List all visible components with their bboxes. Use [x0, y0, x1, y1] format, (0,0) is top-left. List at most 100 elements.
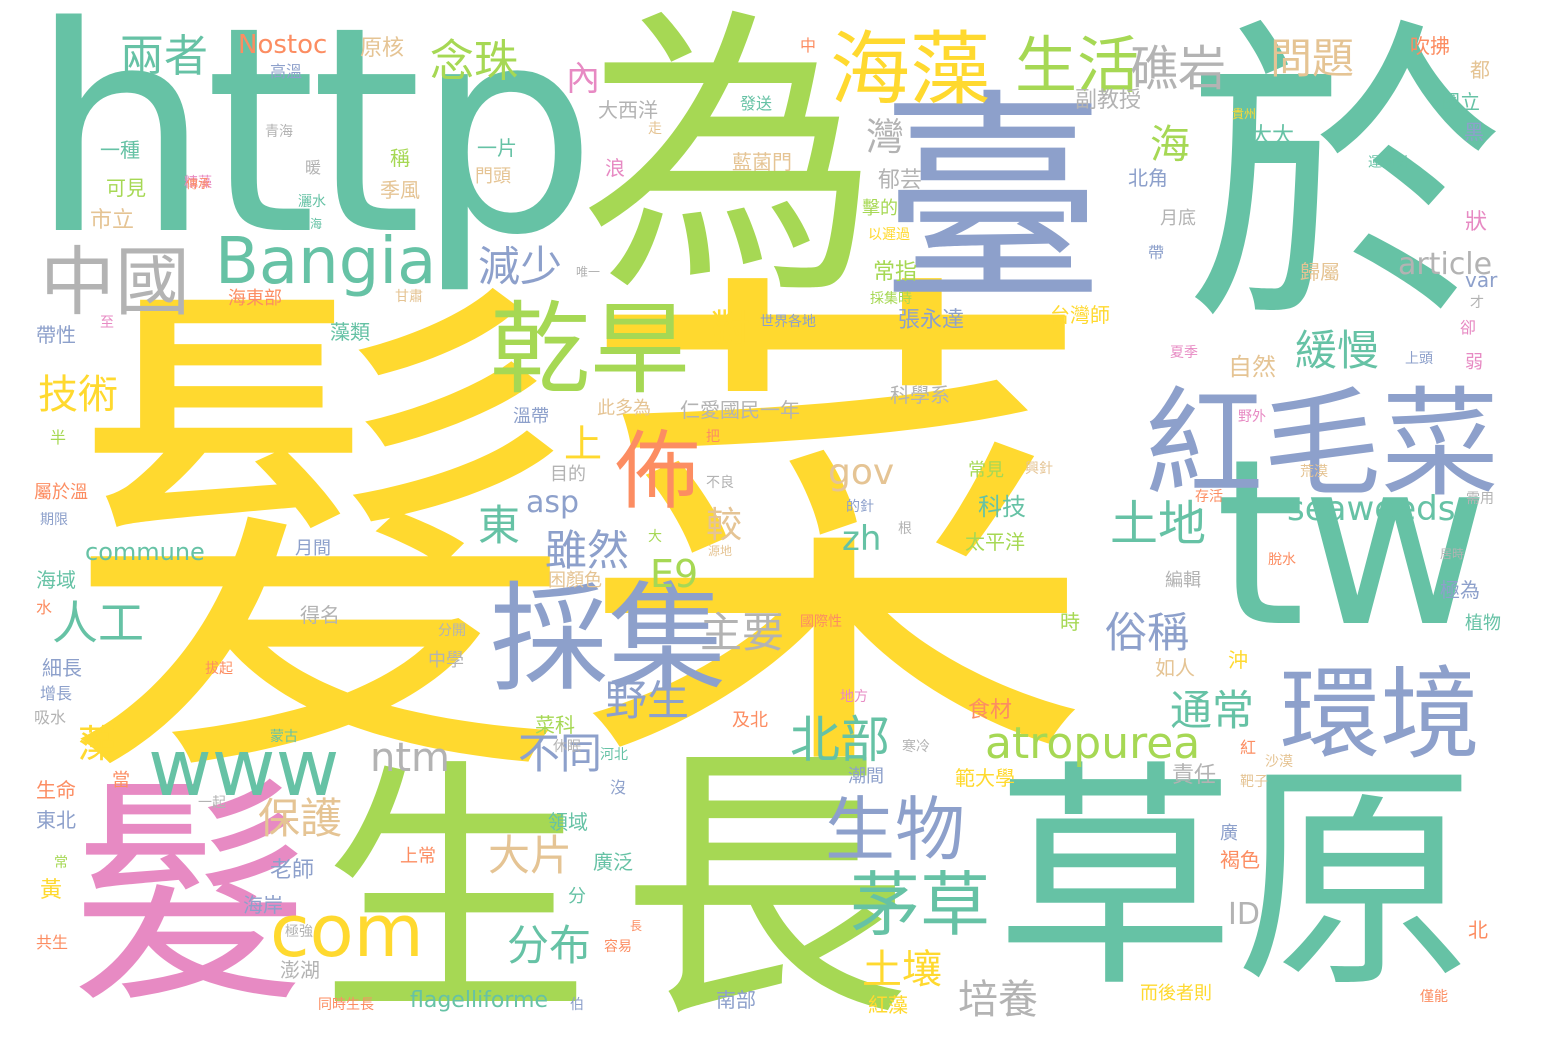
word: 帶	[1148, 243, 1165, 262]
word: 環境	[1280, 656, 1480, 773]
word: 南部	[716, 988, 756, 1012]
word: 紅	[1240, 738, 1257, 757]
word: 科學系	[890, 383, 950, 407]
word: 青海	[265, 124, 293, 140]
word: 藻類	[330, 320, 370, 344]
word: 責任	[1172, 763, 1217, 788]
word: 靶子	[1240, 774, 1268, 790]
word: 大	[648, 529, 662, 545]
word: 生物	[825, 789, 965, 871]
word: 暖	[305, 158, 322, 177]
word: 增長	[40, 684, 73, 703]
word: ID	[1228, 897, 1260, 932]
word: 夏季	[1170, 345, 1198, 361]
word: 台灣師	[1050, 303, 1110, 327]
word: 唯一	[576, 265, 601, 279]
word: 生命	[36, 778, 76, 802]
word-cloud: 髮 菜 http 為 臺 於 長 草原 生 髮 tw 紅毛菜 採集 乾旱 環境 …	[0, 0, 1548, 1052]
word: 藻	[78, 722, 117, 766]
word: 以遲過	[868, 227, 910, 243]
word: 植物	[1465, 613, 1501, 634]
word: 水	[36, 598, 53, 617]
word: 極為	[1440, 578, 1480, 602]
word: 海	[1150, 122, 1190, 168]
word: 野外	[1238, 409, 1266, 425]
word: 中學	[428, 650, 464, 671]
word: 太平洋	[965, 530, 1025, 554]
word: 存活	[1195, 489, 1223, 505]
word: 北	[1468, 918, 1488, 942]
word: 青海	[298, 217, 323, 231]
word: 張永達	[898, 308, 965, 333]
word: 食材	[968, 698, 1013, 723]
word: var	[1465, 268, 1498, 292]
word: atropurea	[985, 718, 1201, 769]
word: 歸屬	[1300, 260, 1340, 284]
word: 的針	[846, 499, 874, 515]
word: 老師	[270, 858, 315, 883]
word: 人工	[52, 596, 144, 650]
word: flagelliforme	[410, 988, 549, 1013]
word: 門頭	[475, 166, 511, 187]
word: 佈	[615, 423, 701, 522]
word: 一種	[100, 138, 140, 162]
word: 廣泛	[593, 850, 633, 874]
word: 東	[478, 501, 521, 550]
word: Nostoc	[238, 30, 328, 60]
word: 共生	[36, 933, 69, 952]
word: 困顏色	[548, 570, 602, 591]
word: 都	[1470, 58, 1490, 82]
word: 源地	[708, 544, 733, 558]
word: 世界各地	[760, 314, 816, 330]
word: 黑	[1464, 120, 1484, 144]
word: 同時生長	[318, 997, 374, 1013]
word: 國立	[1440, 90, 1480, 114]
word: 分布	[507, 921, 592, 970]
word: 期限	[40, 512, 68, 528]
word: 得名	[300, 603, 340, 627]
word: 土壤	[862, 947, 942, 993]
word: 僅能	[1420, 989, 1448, 1005]
word: 灣	[866, 115, 905, 159]
word: 溫帶	[513, 406, 549, 427]
word: 雖然	[545, 526, 630, 575]
word: 郁芸	[878, 168, 923, 193]
word: 範大學	[955, 766, 1015, 790]
word: 大大	[1250, 124, 1295, 149]
word: 長	[630, 919, 643, 933]
word: 常見	[968, 460, 1004, 481]
word: 對	[710, 307, 750, 353]
word: 吸水	[34, 708, 67, 727]
word: 甘肅	[395, 289, 423, 305]
word: 菜科	[535, 713, 575, 737]
word: 北部	[790, 711, 890, 769]
word: 吹拂	[1410, 34, 1450, 58]
word: 東北	[36, 808, 76, 832]
word: 海岸	[243, 893, 283, 917]
word: commune	[85, 538, 205, 566]
word: 運同針	[1368, 155, 1410, 171]
word: 礁岩	[1130, 41, 1227, 97]
word: 上頭	[1405, 351, 1433, 367]
word: 蒙古	[270, 729, 298, 745]
word: 紅毛菜	[1145, 375, 1500, 513]
word: 狀	[1465, 210, 1488, 235]
word: asp	[526, 485, 580, 520]
word: 月間	[295, 538, 331, 559]
word: 拔起	[205, 661, 233, 677]
word: 中	[800, 36, 817, 55]
word: 時	[1060, 610, 1080, 634]
word: 國際性	[800, 614, 842, 630]
word: 主要	[700, 608, 785, 657]
word: 當	[112, 770, 130, 791]
word: 念珠	[430, 36, 518, 87]
word: 不良	[706, 475, 734, 491]
word: 茅草	[850, 864, 990, 946]
word: 興針	[1025, 461, 1053, 477]
word: 問題	[1270, 34, 1355, 83]
word: 而後者則	[1140, 983, 1212, 1004]
word: 需用	[1466, 491, 1494, 507]
word: 保護	[258, 794, 343, 843]
word: 海東部	[228, 288, 282, 309]
word: Bangia	[215, 225, 437, 299]
